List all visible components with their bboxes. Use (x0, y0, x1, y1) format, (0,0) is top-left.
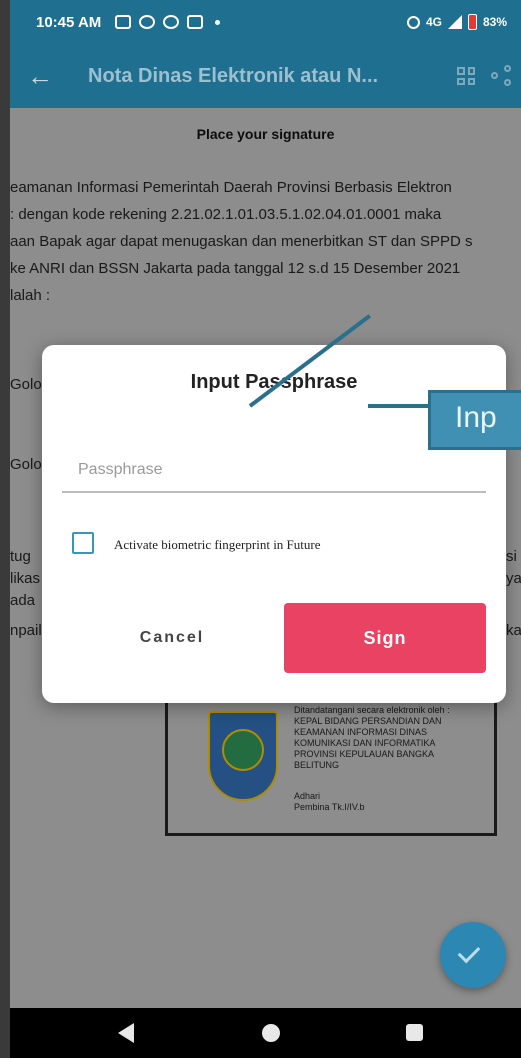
passphrase-input[interactable] (62, 449, 486, 493)
whatsapp-notification-icon (139, 15, 156, 29)
confirm-fab[interactable] (440, 922, 506, 988)
chat-notification-icon (187, 15, 204, 29)
alarm-icon (406, 15, 420, 29)
nav-home-icon[interactable] (262, 1024, 280, 1042)
biometric-checkbox[interactable] (72, 532, 94, 554)
screen-edge (0, 0, 10, 1058)
app-bar: ← Nota Dinas Elektronik atau N... (10, 44, 521, 108)
phone-screen: 10:45 AM 4G 83% ← Nota Dinas Elektronik … (10, 0, 521, 1058)
network-type: 4G (425, 15, 442, 29)
grid-view-button[interactable] (441, 67, 491, 85)
back-arrow-icon[interactable]: ← (10, 61, 70, 92)
status-right: 4G 83% (406, 14, 507, 30)
share-icon[interactable] (491, 65, 513, 87)
tutorial-callout: Inp (428, 390, 521, 450)
signal-icon (447, 15, 462, 29)
callout-pointer (368, 404, 430, 408)
facebook-notification-icon (163, 15, 180, 29)
grid-icon (457, 67, 475, 85)
status-bar: 10:45 AM 4G 83% (10, 0, 521, 44)
more-notifications-dot-icon (215, 19, 221, 25)
status-time: 10:45 AM (36, 13, 102, 31)
battery-percent: 83% (482, 15, 507, 29)
check-icon (457, 940, 481, 964)
nav-back-icon[interactable] (118, 1023, 134, 1043)
gallery-notification-icon (115, 15, 132, 29)
system-nav-bar (10, 1008, 521, 1058)
sign-button[interactable]: Sign (284, 603, 486, 673)
biometric-checkbox-label: Activate biometric fingerprint in Future (114, 537, 321, 552)
cancel-button[interactable]: Cancel (92, 610, 252, 666)
nav-recents-icon[interactable] (406, 1024, 423, 1041)
page-title: Nota Dinas Elektronik atau N... (88, 64, 379, 87)
battery-icon (467, 14, 477, 30)
